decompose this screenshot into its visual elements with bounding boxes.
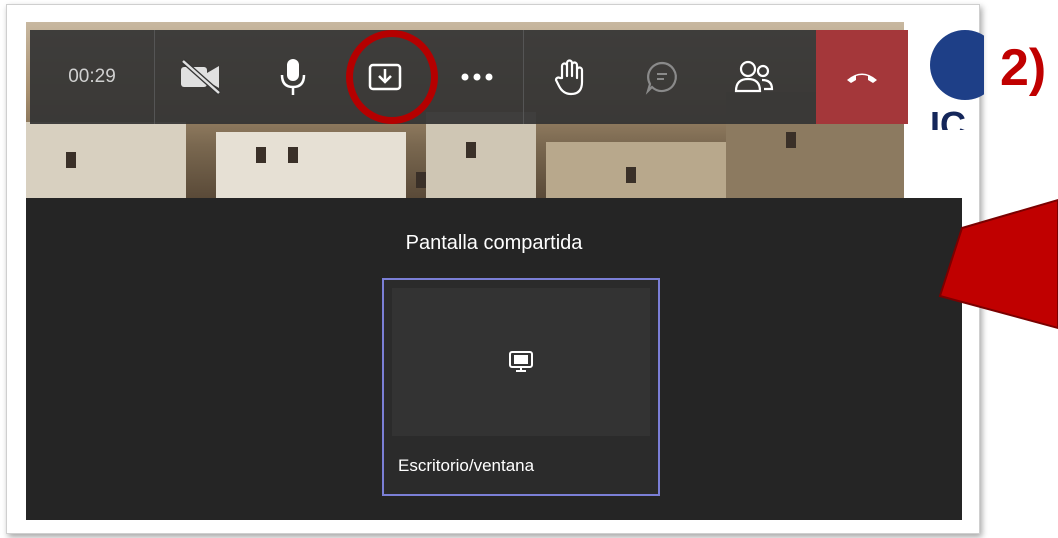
- hang-up-icon: [847, 73, 877, 83]
- share-panel: Pantalla compartida Escritorio/ventana: [26, 198, 962, 520]
- monitor-icon: [509, 351, 533, 372]
- share-desktop-window-option[interactable]: Escritorio/ventana: [382, 278, 660, 496]
- annotation-step-label: 2): [1000, 39, 1047, 97]
- hang-up-button[interactable]: [816, 30, 908, 124]
- participants-button[interactable]: [708, 30, 800, 124]
- chat-button[interactable]: [616, 30, 708, 124]
- more-options-icon: [461, 73, 493, 81]
- share-option-label: Escritorio/ventana: [398, 456, 535, 475]
- raise-hand-icon: [554, 59, 584, 96]
- participants-icon: [734, 60, 774, 93]
- annotation-highlight-circle: [346, 30, 438, 124]
- call-timer: 00:29: [30, 30, 155, 124]
- camera-off-icon: [181, 59, 221, 95]
- share-option-thumbnail: [392, 288, 650, 436]
- microphone-icon: [280, 59, 306, 95]
- institution-logo: IC: [924, 30, 984, 130]
- camera-toggle-button[interactable]: [155, 30, 247, 124]
- raise-hand-button[interactable]: [524, 30, 616, 124]
- share-panel-title: Pantalla compartida: [405, 232, 583, 254]
- more-options-button[interactable]: [431, 30, 523, 124]
- microphone-button[interactable]: [247, 30, 339, 124]
- chat-icon: [645, 61, 677, 95]
- meeting-toolbar: 00:29: [30, 30, 908, 124]
